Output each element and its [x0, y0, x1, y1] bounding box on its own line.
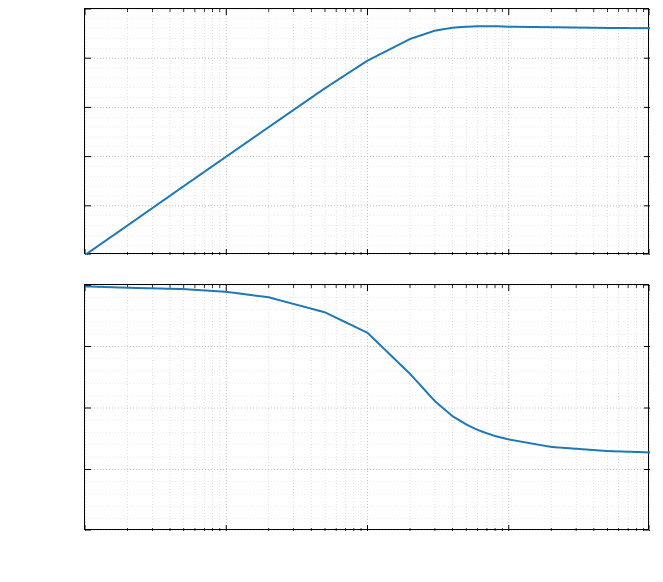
magnitude-plot: [84, 8, 649, 254]
phase-plot: [84, 284, 649, 530]
chart-plot-area: [85, 9, 650, 255]
chart-plot-area: [85, 285, 650, 531]
